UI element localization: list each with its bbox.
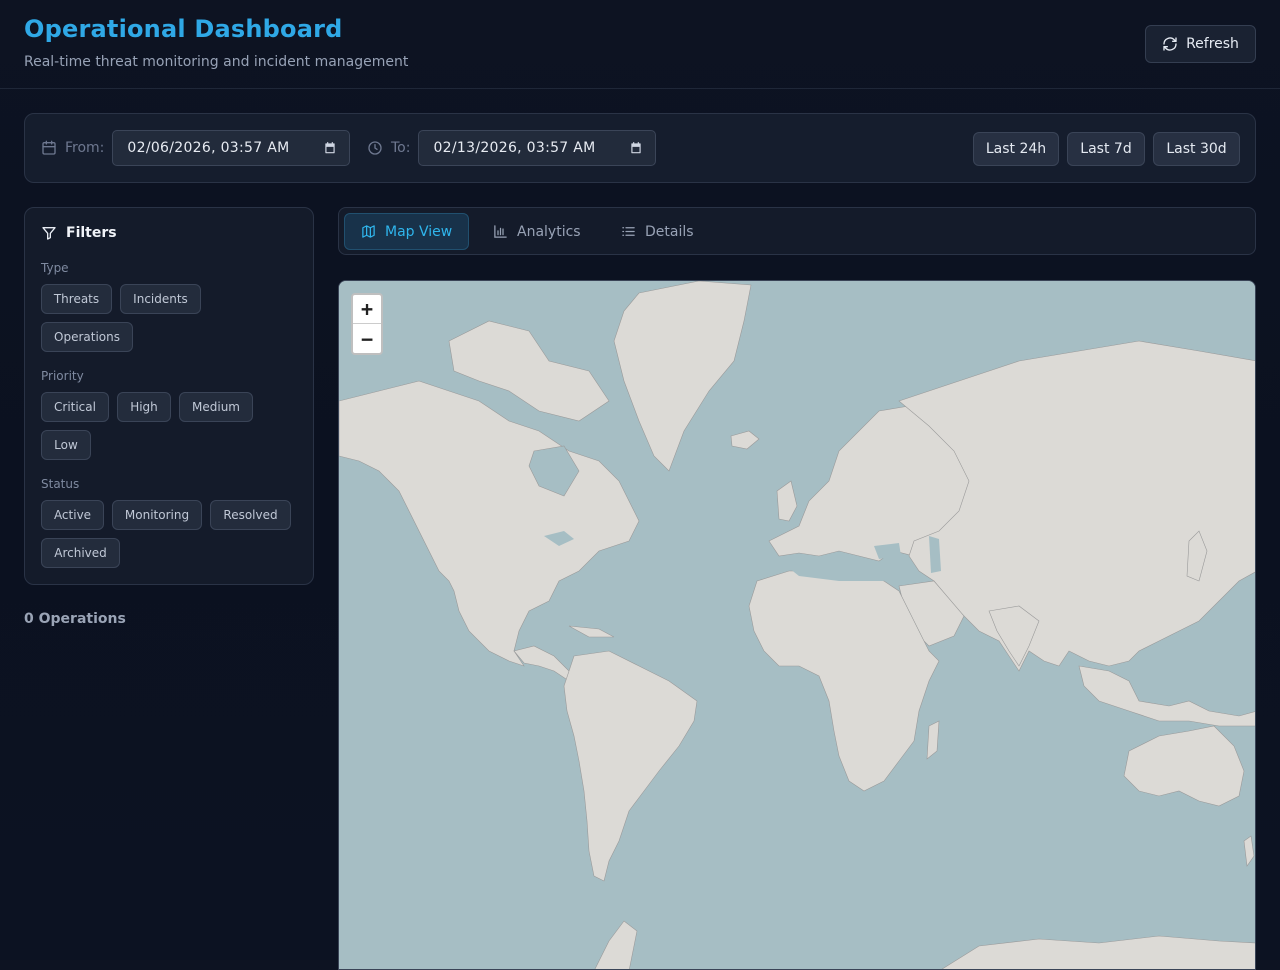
tab-details-label: Details [645, 223, 694, 240]
refresh-button[interactable]: Refresh [1145, 25, 1256, 63]
map-icon [362, 225, 375, 238]
zoom-out-button[interactable]: − [353, 324, 381, 353]
from-group: From: 02/06/2026, 03:57 AM [41, 130, 351, 166]
bar-chart-icon [494, 225, 507, 238]
filter-chip-resolved[interactable]: Resolved [210, 500, 291, 530]
tab-details[interactable]: Details [605, 213, 710, 250]
world-map-tiles[interactable] [339, 281, 1256, 970]
from-date-input[interactable]: 02/06/2026, 03:57 AM [112, 130, 351, 166]
filters-title: Filters [66, 225, 117, 241]
calendar-picker-icon[interactable] [629, 141, 643, 155]
clock-icon [368, 141, 382, 155]
tab-map-view[interactable]: Map View [344, 213, 470, 250]
calendar-icon [42, 140, 56, 155]
to-date-input[interactable]: 02/13/2026, 03:57 AM [418, 130, 657, 166]
filters-panel: Filters Type Threats Incidents Operation… [24, 207, 314, 585]
filter-chip-threats[interactable]: Threats [41, 284, 112, 314]
view-tabs: Map View Analytics Details [338, 207, 1256, 255]
from-label: From: [65, 140, 105, 156]
operations-count: 0 Operations [24, 611, 126, 627]
to-label: To: [391, 140, 411, 156]
filter-chip-monitoring[interactable]: Monitoring [112, 500, 202, 530]
tab-analytics[interactable]: Analytics [477, 213, 597, 250]
page-subtitle: Real-time threat monitoring and incident… [24, 54, 409, 70]
filter-chip-operations[interactable]: Operations [41, 322, 133, 352]
last-7d-button[interactable]: Last 7d [1067, 132, 1145, 166]
world-map[interactable]: + − [338, 280, 1256, 970]
to-group: To: 02/13/2026, 03:57 AM [367, 130, 657, 166]
filter-chip-critical[interactable]: Critical [41, 392, 109, 422]
from-date-value: 02/06/2026, 03:57 AM [127, 140, 290, 156]
filter-chip-low[interactable]: Low [41, 430, 91, 460]
type-label: Type [41, 261, 69, 275]
zoom-in-button[interactable]: + [353, 295, 381, 324]
status-label: Status [41, 477, 80, 491]
list-icon [622, 227, 635, 236]
calendar-picker-icon[interactable] [323, 141, 337, 155]
page-title: Operational Dashboard [24, 15, 343, 43]
tab-analytics-label: Analytics [517, 223, 581, 240]
last-24h-button[interactable]: Last 24h [973, 132, 1059, 166]
filter-chip-archived[interactable]: Archived [41, 538, 120, 568]
filters-header: Filters [41, 225, 117, 241]
filter-chip-medium[interactable]: Medium [179, 392, 253, 422]
refresh-label: Refresh [1186, 36, 1239, 52]
last-30d-button[interactable]: Last 30d [1153, 132, 1240, 166]
filter-chip-incidents[interactable]: Incidents [120, 284, 201, 314]
tab-map-view-label: Map View [385, 223, 453, 240]
to-date-value: 02/13/2026, 03:57 AM [433, 140, 596, 156]
priority-label: Priority [41, 369, 84, 383]
zoom-control: + − [351, 293, 383, 355]
filter-chip-active[interactable]: Active [41, 500, 104, 530]
filter-chip-high[interactable]: High [117, 392, 171, 422]
date-range-bar: From: 02/06/2026, 03:57 AM To: 02/13/202… [24, 113, 1256, 183]
refresh-icon [1163, 37, 1177, 51]
page-header: Operational Dashboard Real-time threat m… [0, 0, 1280, 89]
filter-icon [42, 227, 56, 240]
